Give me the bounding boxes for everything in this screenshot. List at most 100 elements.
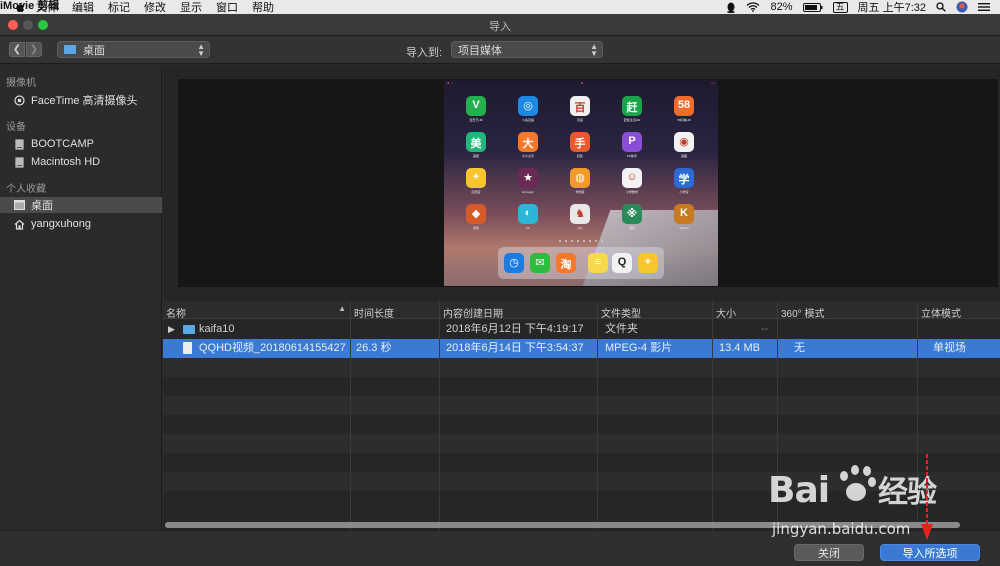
menu-window[interactable]: 窗口 bbox=[216, 0, 238, 15]
cell-360-mode[interactable]: 无 bbox=[794, 339, 834, 358]
horizontal-scrollbar[interactable] bbox=[165, 522, 960, 528]
column-divider bbox=[439, 319, 440, 530]
column-header-size[interactable]: 大小 bbox=[712, 302, 777, 320]
cell-name: QQHD视频_20180614155427... bbox=[199, 342, 347, 354]
battery-percent[interactable]: 82% bbox=[770, 1, 792, 13]
ipad-app-icon: ☺ 小学数学 bbox=[622, 168, 642, 194]
chevron-right-icon: ❯ bbox=[29, 44, 39, 55]
ipad-app-icon: ♞ QQ bbox=[570, 204, 590, 230]
column-header-stereo[interactable]: 立体模式 bbox=[917, 302, 1000, 320]
ipad-app-icon: ◍ 学而思 bbox=[570, 168, 590, 194]
ipad-app-icon: V 爱奇艺HD bbox=[466, 96, 486, 122]
clock[interactable]: 周五 上午7:32 bbox=[858, 0, 926, 15]
ipad-app-icon: 百百度 bbox=[570, 96, 590, 122]
column-divider bbox=[597, 319, 598, 530]
sidebar-item-home[interactable]: yangxuhong bbox=[0, 216, 162, 232]
cell-name: kaifa10 bbox=[199, 323, 235, 335]
destination-value: 项目媒体 bbox=[458, 44, 502, 57]
qq-icon[interactable] bbox=[726, 2, 736, 13]
cell-duration: 26.3 秒 bbox=[356, 342, 392, 354]
table-row[interactable]: QQHD视频_20180614155427... 26.3 秒 2018年6月1… bbox=[163, 339, 1000, 358]
menu-mark[interactable]: 标记 bbox=[108, 0, 130, 15]
import-selected-button[interactable]: 导入所选项 bbox=[880, 544, 980, 561]
ipad-app-icon: 美美团 bbox=[466, 132, 486, 158]
import-footer: 关闭 导入所选项 bbox=[0, 530, 1000, 566]
ipad-app-icon: 大大众点评 bbox=[518, 132, 538, 158]
cell-size: -- bbox=[761, 323, 769, 335]
file-icon bbox=[183, 342, 192, 354]
sidebar-header-favorites: 个人收藏 bbox=[6, 184, 46, 195]
ipad-app-icon: ◉ 美图 bbox=[674, 132, 694, 158]
ipad-app-icon: P PP助手 bbox=[622, 132, 642, 158]
preview-area: ● ○ ● ▭ V 爱奇艺HD ◎ 斗鱼直播 百百度 赶赶集生活HD 58 58同城HD 美美团 大大… bbox=[163, 65, 1000, 301]
table-row[interactable]: ▶ kaifa10 2018年6月12日 下午4:19:17 文件夹 -- bbox=[163, 320, 1000, 339]
home-icon bbox=[14, 219, 25, 230]
cell-stereo[interactable]: 单视场 bbox=[933, 339, 993, 358]
table-row-empty bbox=[163, 358, 1000, 377]
video-preview[interactable]: ● ○ ● ▭ V 爱奇艺HD ◎ 斗鱼直播 百百度 赶赶集生活HD 58 58同城HD 美美团 大大… bbox=[178, 79, 998, 287]
menu-edit[interactable]: 编辑 bbox=[72, 0, 94, 15]
back-button[interactable]: ❮ bbox=[9, 42, 25, 57]
table-row-empty bbox=[163, 396, 1000, 415]
window-title: 导入 bbox=[489, 21, 511, 33]
location-select[interactable]: 桌面 ▲ ▼ bbox=[57, 41, 210, 58]
updown-chevron-icon: ▲ ▼ bbox=[590, 42, 598, 58]
red-arrow-annotation bbox=[921, 454, 933, 540]
ipad-status-bar: ● ○ ● ▭ bbox=[447, 80, 715, 85]
folder-icon bbox=[183, 325, 195, 334]
menu-modify[interactable]: 修改 bbox=[144, 0, 166, 15]
sidebar-item-facetime-camera[interactable]: FaceTime 高清摄像头 bbox=[0, 92, 162, 108]
dock-app-icon: ◷ bbox=[504, 253, 524, 273]
updown-chevron-icon: ▲ ▼ bbox=[197, 42, 205, 58]
menu-help[interactable]: 帮助 bbox=[252, 0, 274, 15]
column-divider bbox=[350, 319, 351, 530]
sidebar-item-bootcamp[interactable]: BOOTCAMP bbox=[0, 136, 162, 152]
user-avatar-icon[interactable] bbox=[956, 1, 968, 13]
ipad-app-icon: ◐ CC bbox=[518, 204, 538, 230]
ipad-app-icon: + 应用宝 bbox=[466, 168, 486, 194]
ipad-screenshot-frame: ● ○ ● ▭ V 爱奇艺HD ◎ 斗鱼直播 百百度 赶赶集生活HD 58 58同城HD 美美团 大大… bbox=[444, 80, 718, 286]
dock-app-icon: 淘 bbox=[556, 253, 576, 273]
media-file-table: 名称 ▲ 时间长度 内容创建日期 文件类型 大小 360° 模式 立体模式 ▶ k… bbox=[163, 302, 1000, 530]
column-header-created[interactable]: 内容创建日期 bbox=[439, 302, 597, 320]
folder-icon bbox=[64, 45, 76, 54]
ipad-app-icon: ※ 游戏 bbox=[622, 204, 642, 230]
menu-bar: iMovie 剪辑 文件 编辑 标记 修改 显示 窗口 帮助 82% 五 周五 … bbox=[0, 0, 1000, 14]
ipad-app-icon: 58 58同城HD bbox=[674, 96, 694, 122]
ipad-app-icon: K Sketch bbox=[674, 204, 694, 230]
battery-icon[interactable] bbox=[802, 2, 823, 12]
page-dots bbox=[559, 240, 603, 243]
table-row-empty bbox=[163, 472, 1000, 491]
spotlight-icon[interactable] bbox=[936, 2, 946, 12]
column-header-duration[interactable]: 时间长度 bbox=[350, 302, 439, 320]
destination-select[interactable]: 项目媒体 ▲ ▼ bbox=[451, 41, 603, 58]
cell-created: 2018年6月14日 下午3:54:37 bbox=[446, 342, 584, 354]
ipad-app-icon: ◆ 游戏 bbox=[466, 204, 486, 230]
column-header-type[interactable]: 文件类型 bbox=[597, 302, 712, 320]
cell-type: 文件夹 bbox=[605, 323, 638, 335]
sidebar-item-macintosh-hd[interactable]: Macintosh HD bbox=[0, 154, 162, 170]
forward-button[interactable]: ❯ bbox=[26, 42, 42, 57]
close-button[interactable]: 关闭 bbox=[794, 544, 864, 561]
disk-icon bbox=[14, 138, 25, 150]
window-title-bar: 导入 bbox=[0, 14, 1000, 36]
wifi-icon[interactable] bbox=[746, 2, 760, 12]
cell-type: MPEG-4 影片 bbox=[605, 342, 673, 354]
cell-created: 2018年6月12日 下午4:19:17 bbox=[446, 323, 584, 335]
menu-view[interactable]: 显示 bbox=[180, 0, 202, 15]
ipad-app-icon: ★ Ezmagic bbox=[518, 168, 538, 194]
import-toolbar: ❮ ❯ 桌面 ▲ ▼ 导入到: 项目媒体 ▲ ▼ bbox=[0, 36, 1000, 64]
ipad-app-icon: ◎ 斗鱼直播 bbox=[518, 96, 538, 122]
sidebar: 摄像机 FaceTime 高清摄像头 设备 BOOTCAMP Macintosh… bbox=[0, 65, 162, 566]
column-header-360-mode[interactable]: 360° 模式 bbox=[777, 302, 917, 320]
ipad-app-icon: 学小学宝 bbox=[674, 168, 694, 194]
input-method-icon[interactable]: 五 bbox=[832, 1, 848, 13]
notification-center-icon[interactable] bbox=[978, 2, 990, 12]
sidebar-header-cameras: 摄像机 bbox=[6, 78, 36, 89]
sidebar-item-desktop[interactable]: 桌面 bbox=[0, 197, 162, 213]
disclosure-triangle-icon[interactable]: ▶ bbox=[168, 320, 175, 339]
import-to-label: 导入到: bbox=[406, 47, 443, 59]
column-header-name[interactable]: 名称 ▲ bbox=[163, 302, 350, 320]
column-divider bbox=[917, 319, 918, 530]
table-row-empty bbox=[163, 434, 1000, 453]
